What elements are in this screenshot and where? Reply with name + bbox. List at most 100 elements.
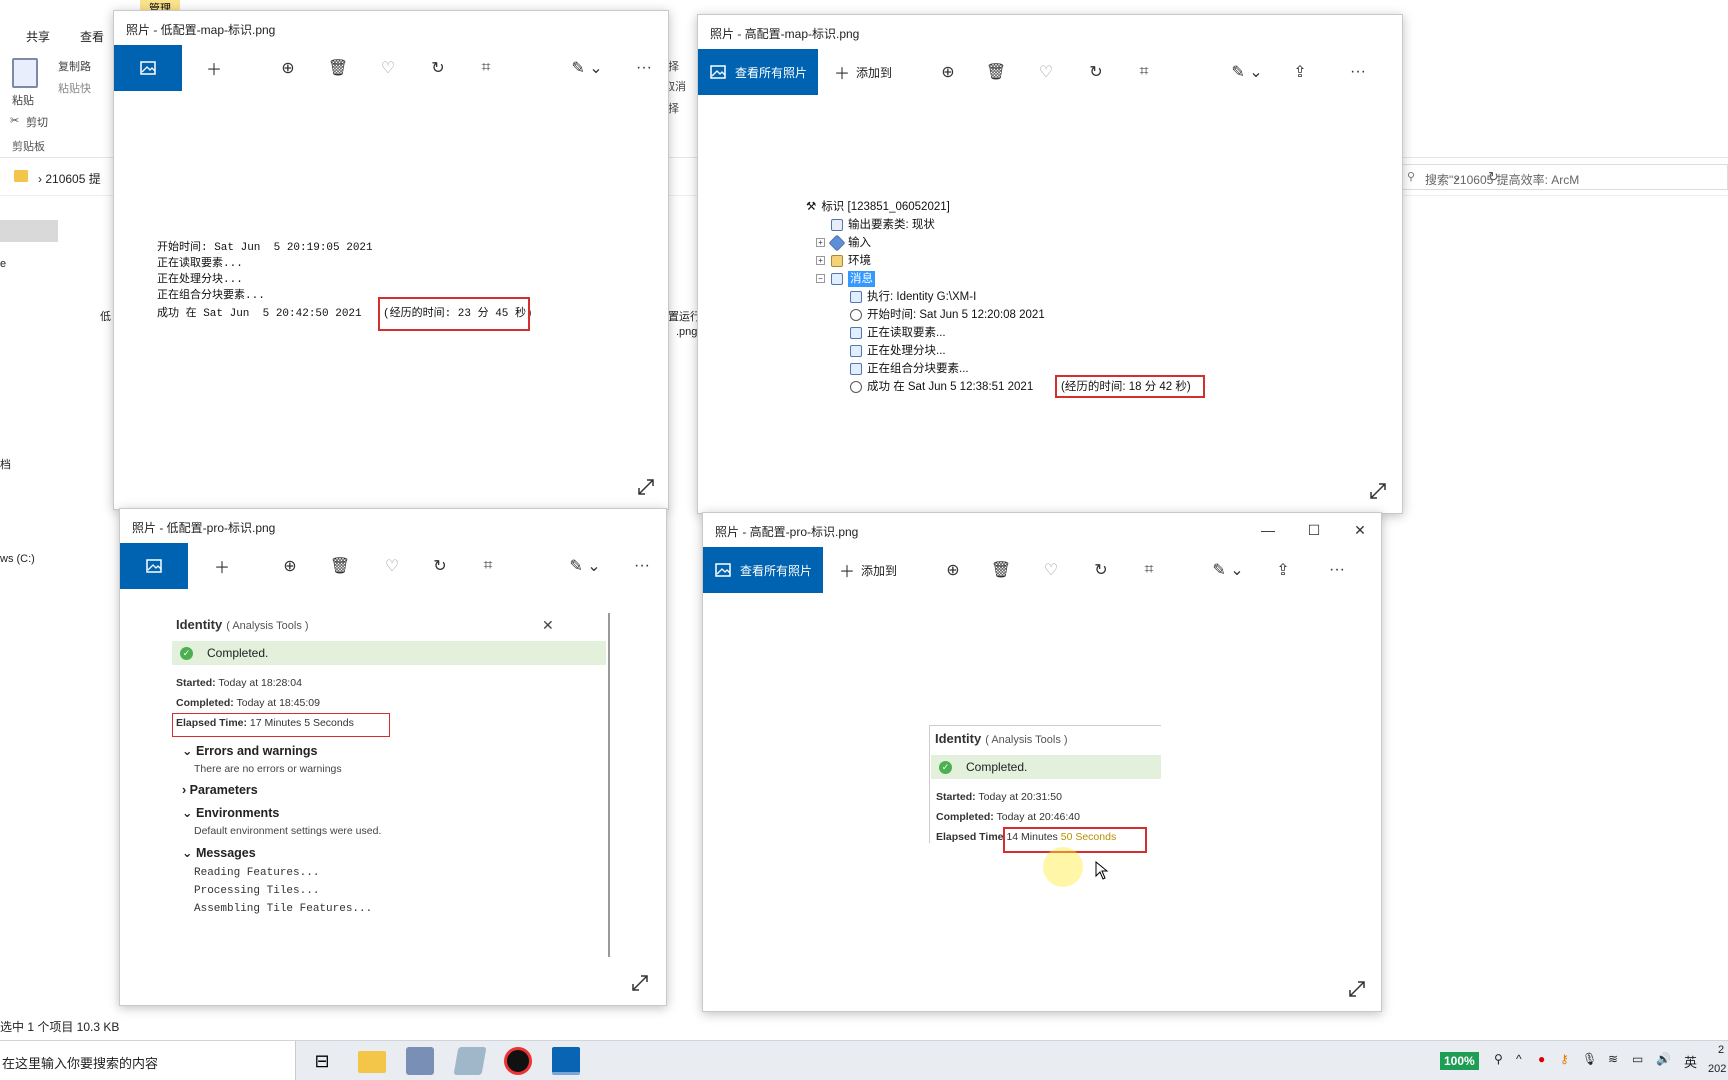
nav-selected-item[interactable]	[0, 220, 58, 242]
close-icon[interactable]: ✕	[542, 617, 554, 634]
volume-icon[interactable]: 🔊	[1656, 1052, 1671, 1066]
paste-shortcut-button[interactable]: 粘贴快	[58, 80, 91, 96]
close-icon[interactable]: ✕	[1337, 513, 1381, 547]
expand-icon[interactable]	[1347, 979, 1367, 999]
photo-window-high-map[interactable]: 照片 - 高配置-map-标识.png 查看所有照片 ＋ 添加到 ⊕ 🗑 ♡ ↻…	[697, 14, 1403, 514]
more-icon[interactable]: ···	[622, 543, 662, 589]
expand-toggle-icon[interactable]: +	[816, 238, 825, 247]
select-all-frag[interactable]: 择	[668, 58, 679, 74]
favorite-icon[interactable]: ♡	[374, 543, 410, 589]
share-icon[interactable]: ⇪	[1282, 49, 1318, 95]
nav-item-frag[interactable]: e	[0, 258, 6, 270]
chevron-up-icon[interactable]: ^	[1516, 1052, 1522, 1066]
edit-menu-icon[interactable]: ✎ ⌄	[560, 543, 610, 589]
taskbar-search-input[interactable]: 在这里输入你要搜索的内容	[2, 1053, 158, 1072]
key-icon[interactable]: ⚷	[1560, 1052, 1569, 1066]
add-icon[interactable]: ＋	[194, 45, 234, 91]
app-icon[interactable]	[406, 1047, 434, 1075]
edit-menu-icon[interactable]: ✎ ⌄	[1203, 547, 1253, 593]
taskbar-search-box[interactable]: 在这里输入你要搜索的内容	[0, 1041, 296, 1080]
view-all-photos-button[interactable]: 查看所有照片	[703, 547, 823, 593]
crop-icon[interactable]: ⌗	[470, 543, 506, 589]
paste-button[interactable]: 粘贴	[12, 92, 34, 108]
collapse-toggle-icon[interactable]: −	[816, 274, 825, 283]
cut-button[interactable]: 剪切	[26, 114, 48, 130]
view-all-photos-button[interactable]	[120, 543, 188, 589]
cut-icon[interactable]: ✂	[10, 114, 19, 127]
photo-window-low-map[interactable]: 照片 - 低配置-map-标识.png ＋ ⊕ 🗑 ♡ ↻ ⌗ ✎ ⌄ ··· …	[113, 10, 669, 510]
add-to-button[interactable]: ＋ 添加到	[833, 547, 903, 593]
record-tray-icon[interactable]: ●	[1538, 1052, 1545, 1066]
title-bar[interactable]: 照片 - 低配置-map-标识.png	[114, 11, 668, 45]
zoom-in-icon[interactable]: ⊕	[272, 543, 308, 589]
minimize-icon[interactable]: —	[1245, 513, 1291, 547]
search-box[interactable]: ⚲ 搜索"210605 提高效率: ArcM	[1396, 164, 1728, 190]
task-view-icon[interactable]: ⊟	[308, 1047, 336, 1075]
nav-item-documents[interactable]: 档	[0, 456, 11, 472]
crop-icon[interactable]: ⌗	[1126, 49, 1162, 95]
more-icon[interactable]: ···	[1338, 49, 1378, 95]
battery-icon[interactable]: ▭	[1632, 1052, 1643, 1066]
expand-icon[interactable]	[630, 973, 650, 993]
clock-date[interactable]: 202	[1708, 1063, 1726, 1075]
delete-icon[interactable]: 🗑	[320, 45, 356, 91]
title-bar[interactable]: 照片 - 低配置-pro-标识.png	[120, 509, 666, 543]
tray-icon[interactable]: ⚲	[1494, 1052, 1503, 1066]
view-all-photos-button[interactable]: 查看所有照片	[698, 49, 818, 95]
tree-env[interactable]: 环境	[831, 253, 871, 269]
photos-app-icon[interactable]	[552, 1047, 580, 1075]
file-explorer-icon[interactable]	[358, 1051, 386, 1073]
rotate-icon[interactable]: ↻	[1083, 547, 1119, 593]
parameters-section[interactable]: › Parameters	[182, 783, 258, 797]
crop-icon[interactable]: ⌗	[468, 45, 504, 91]
messages-section[interactable]: ⌄ Messages	[182, 845, 256, 860]
microphone-icon[interactable]: 🎙	[1582, 1052, 1597, 1066]
scrollbar[interactable]	[608, 613, 610, 957]
address-path[interactable]: › 210605 提	[38, 170, 101, 187]
rotate-icon[interactable]: ↻	[422, 543, 458, 589]
share-icon[interactable]: ⇪	[1265, 547, 1301, 593]
expand-icon[interactable]	[1368, 481, 1388, 501]
crop-icon[interactable]: ⌗	[1131, 547, 1167, 593]
favorite-icon[interactable]: ♡	[1028, 49, 1064, 95]
expand-icon[interactable]	[636, 477, 656, 497]
search-input[interactable]: 搜索"210605 提高效率: ArcM	[1425, 171, 1579, 188]
clock-time[interactable]: 2	[1718, 1044, 1724, 1056]
app-icon[interactable]	[453, 1047, 487, 1075]
zoom-in-icon[interactable]: ⊕	[270, 45, 306, 91]
more-icon[interactable]: ···	[1317, 547, 1357, 593]
rotate-icon[interactable]: ↻	[1078, 49, 1114, 95]
ime-indicator[interactable]: 英	[1684, 1052, 1697, 1071]
tab-share[interactable]: 共享	[26, 28, 50, 45]
more-icon[interactable]: ···	[624, 45, 664, 91]
add-icon[interactable]: ＋	[202, 543, 242, 589]
environments-section[interactable]: ⌄ Environments	[182, 805, 279, 820]
tree-input[interactable]: 输入	[828, 234, 871, 252]
record-icon[interactable]	[504, 1047, 532, 1075]
zoom-in-icon[interactable]: ⊕	[935, 547, 971, 593]
expand-toggle-icon[interactable]: +	[816, 256, 825, 265]
zoom-in-icon[interactable]: ⊕	[930, 49, 966, 95]
invert-select-frag[interactable]: 择	[668, 100, 679, 116]
add-to-button[interactable]: ＋ 添加到	[828, 49, 898, 95]
photo-window-low-pro[interactable]: 照片 - 低配置-pro-标识.png ＋ ⊕ 🗑 ♡ ↻ ⌗ ✎ ⌄ ··· …	[119, 508, 667, 1006]
nav-item-drive-c[interactable]: ws (C:)	[0, 553, 35, 565]
copy-path-button[interactable]: 复制路	[58, 58, 91, 74]
tab-view[interactable]: 查看	[80, 28, 104, 45]
view-all-photos-button[interactable]	[114, 45, 182, 91]
favorite-icon[interactable]: ♡	[370, 45, 406, 91]
delete-icon[interactable]: 🗑	[978, 49, 1014, 95]
rotate-icon[interactable]: ↻	[420, 45, 456, 91]
edit-menu-icon[interactable]: ✎ ⌄	[562, 45, 612, 91]
title-bar[interactable]: 照片 - 高配置-map-标识.png	[698, 15, 1402, 49]
photo-window-high-pro[interactable]: 照片 - 高配置-pro-标识.png — ☐ ✕ 查看所有照片 ＋ 添加到 ⊕…	[702, 512, 1382, 1012]
title-bar[interactable]: 照片 - 高配置-pro-标识.png — ☐ ✕	[703, 513, 1381, 547]
favorite-icon[interactable]: ♡	[1033, 547, 1069, 593]
network-icon[interactable]: ≋	[1608, 1052, 1618, 1066]
delete-icon[interactable]: 🗑	[322, 543, 358, 589]
delete-icon[interactable]: 🗑	[983, 547, 1019, 593]
maximize-icon[interactable]: ☐	[1291, 513, 1337, 547]
file-item-low[interactable]: 低	[100, 308, 111, 324]
edit-menu-icon[interactable]: ✎ ⌄	[1222, 49, 1272, 95]
tree-messages[interactable]: 消息	[831, 271, 875, 287]
